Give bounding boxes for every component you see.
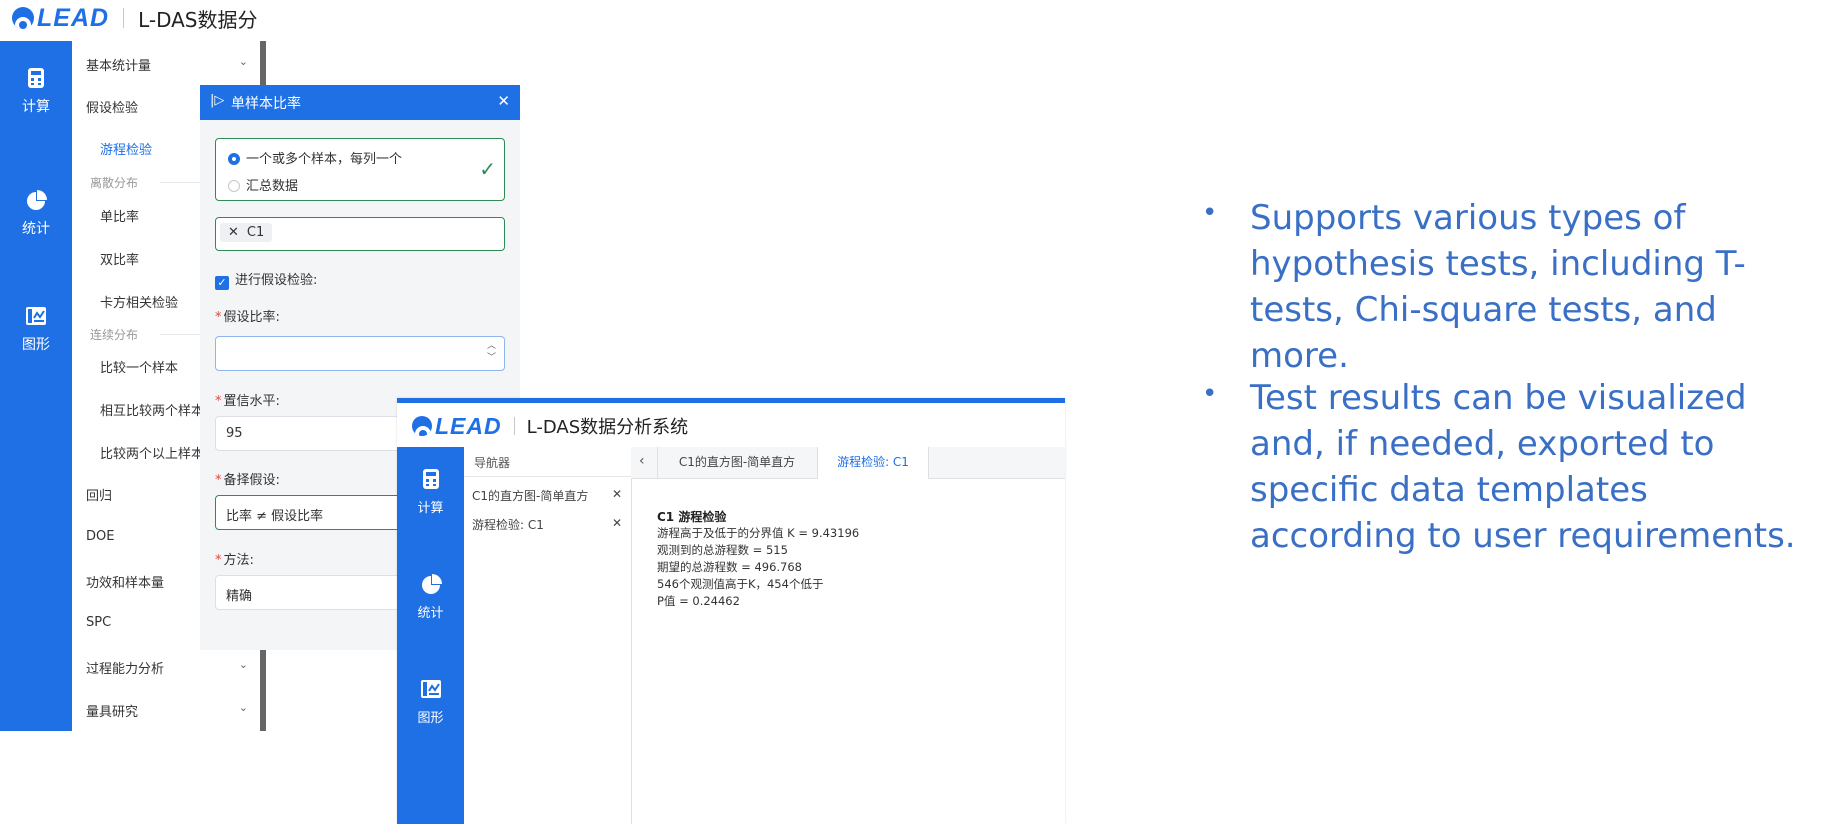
result-window: LEAD L-DAS数据分析系统 计算 统计 图形 导航器 C1的直方图-简单直… [397, 398, 1065, 824]
close-icon[interactable]: ✕ [497, 92, 510, 110]
rail-label: 计算 [22, 99, 50, 115]
result-window-header: LEAD L-DAS数据分析系统 [412, 412, 689, 439]
radio-unselected-icon [228, 180, 240, 192]
menu-item-gauge[interactable]: 量具研究 ⌄ [86, 701, 248, 720]
rail-label: 统计 [22, 221, 50, 237]
rail-label: 图形 [22, 337, 50, 353]
navigator-panel: 导航器 C1的直方图-简单直方 ✕ 游程检验: C1 ✕ [464, 447, 632, 824]
bullet-dot: • [1202, 379, 1218, 409]
close-icon[interactable]: ✕ [612, 487, 622, 501]
dialog-title: 单样本比率 [231, 96, 301, 112]
app-header: LEAD L-DAS数据分 [12, 5, 267, 31]
hyp-ratio-label: * 假设比率: [215, 310, 280, 325]
navigator-item-runs-test[interactable]: 游程检验: C1 ✕ [472, 516, 622, 533]
radio-selected-icon [228, 153, 240, 165]
rail-item-graph[interactable]: 图形 [0, 304, 72, 354]
bullet-text-2: Test results can be visualized and, if n… [1250, 378, 1796, 556]
result-line: 游程高于及低于的分界值 K = 9.43196 [657, 526, 860, 540]
logo-text: LEAD [37, 5, 110, 31]
left-icon-rail: 计算 统计 图形 [0, 41, 72, 731]
rail-item-statistics[interactable]: 统计 [0, 188, 72, 238]
menu-item-basic-stats[interactable]: 基本统计量 ⌄ [86, 55, 248, 74]
radio-summary-data[interactable]: 汇总数据 [228, 175, 298, 194]
rail-item-statistics[interactable]: 统计 [397, 572, 464, 621]
pie-chart-icon [421, 574, 442, 594]
data-source-options: 一个或多个样本，每列一个 汇总数据 ✓ [215, 138, 505, 201]
logo-text: LEAD [435, 412, 502, 439]
check-icon: ✓ [479, 157, 496, 181]
rail-item-graph[interactable]: 图形 [397, 677, 464, 726]
chart-board-icon [420, 680, 441, 698]
lead-logo-icon [412, 416, 432, 436]
menu-item-capability[interactable]: 过程能力分析 ⌄ [86, 658, 248, 677]
result-line: P值 = 0.24462 [657, 594, 740, 608]
close-icon[interactable]: ✕ [612, 516, 622, 530]
alt-hypothesis-label: * 备择假设: [215, 473, 280, 488]
result-line: 观测到的总游程数 = 515 [657, 543, 788, 557]
result-line: 546个观测值高于K，454个低于 [657, 577, 824, 591]
rail-item-calculate[interactable]: 计算 [0, 66, 72, 116]
stepper-icon[interactable]: ︿ ﹀ [487, 340, 496, 364]
chevron-down-icon: ⌄ [238, 55, 248, 68]
navigator-item-histogram[interactable]: C1的直方图-简单直方 ✕ [472, 487, 622, 504]
remove-tag-icon[interactable]: ✕ [228, 225, 239, 240]
rail-label: 计算 [417, 501, 444, 516]
radio-multi-sample[interactable]: 一个或多个样本，每列一个 [228, 148, 402, 167]
app-title: L-DAS数据分 [138, 7, 258, 32]
bullet-dot: • [1202, 198, 1218, 228]
result-title: C1 游程检验 [657, 510, 727, 524]
run-icon[interactable]: |▷ [210, 93, 224, 108]
pie-chart-icon [27, 190, 47, 210]
result-line: 期望的总游程数 = 496.768 [657, 560, 803, 574]
variable-select-field[interactable]: ✕ C1 [215, 217, 505, 251]
variable-tag[interactable]: ✕ C1 [220, 223, 273, 242]
checkbox-checked-icon: ✓ [215, 276, 229, 290]
conf-level-label: * 置信水平: [215, 394, 280, 409]
perform-test-checkbox[interactable]: ✓ 进行假设检验: [215, 269, 317, 290]
calculator-icon [28, 68, 44, 88]
chevron-left-icon[interactable]: ‹ [639, 453, 645, 469]
tab-histogram[interactable]: C1的直方图-简单直方 [657, 447, 817, 478]
bullet-text-1: Supports various types of hypothesis tes… [1250, 198, 1746, 376]
result-icon-rail: 计算 统计 图形 [397, 447, 464, 824]
hyp-ratio-input[interactable]: ︿ ﹀ [215, 336, 505, 371]
rail-label: 图形 [417, 711, 444, 726]
chevron-down-icon: ⌄ [238, 701, 248, 714]
result-tabs-bar: ‹ C1的直方图-简单直方 游程检验: C1 [631, 447, 1065, 479]
rail-item-calculate[interactable]: 计算 [397, 467, 464, 516]
chevron-down-icon: ⌄ [238, 658, 248, 671]
method-label: * 方法: [215, 553, 254, 568]
navigator-label: 导航器 [474, 456, 511, 470]
rail-label: 统计 [417, 606, 444, 621]
calculator-icon [422, 469, 439, 489]
tab-runs-test[interactable]: 游程检验: C1 [817, 447, 929, 479]
app-title: L-DAS数据分析系统 [526, 417, 689, 438]
chart-board-icon [26, 307, 46, 325]
dialog-header: |▷ 单样本比率 ✕ [200, 85, 520, 120]
lead-logo-icon [12, 7, 34, 29]
